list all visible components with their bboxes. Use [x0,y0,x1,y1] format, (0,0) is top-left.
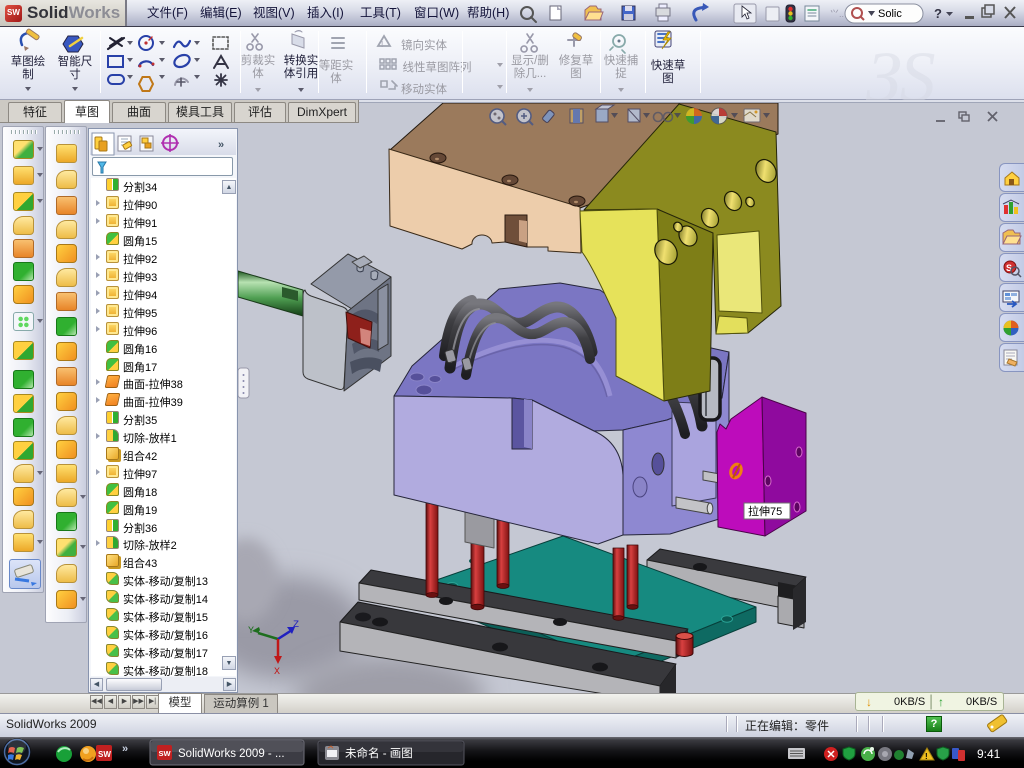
svg-text:»: » [218,139,224,151]
svg-text:未命名 - 画图: 未命名 - 画图 [345,746,413,760]
svg-text:X: X [274,667,280,678]
svg-text:!: ! [925,752,928,761]
svg-text:Y: Y [248,626,254,637]
svg-text:SolidWorks 2009 - ...: SolidWorks 2009 - ... [178,748,285,760]
svg-text:SW: SW [159,749,172,758]
svg-text:Z: Z [293,620,299,631]
svg-text:!: ! [381,40,383,49]
svg-text:»: » [122,743,128,755]
svg-text:SW: SW [98,750,111,759]
svg-text:拉伸75: 拉伸75 [748,504,782,518]
svg-text:9:41: 9:41 [977,747,1001,761]
